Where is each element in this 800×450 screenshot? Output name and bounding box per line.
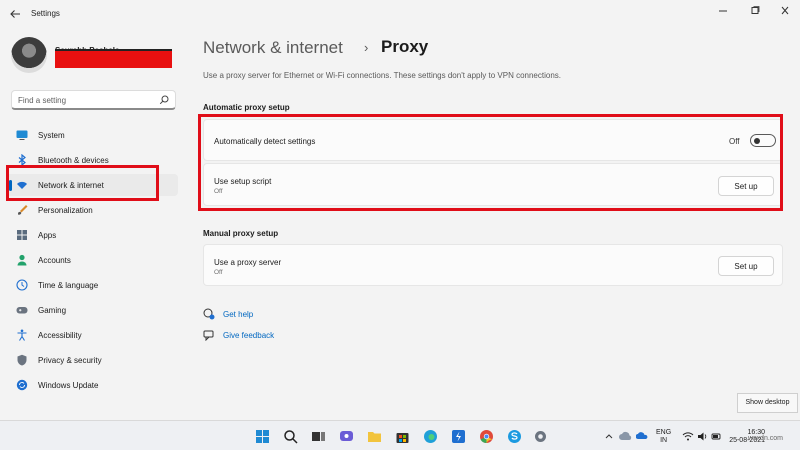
highlight-box-sidebar [6, 165, 159, 201]
highlight-box-automatic [198, 114, 783, 211]
settings-gear-icon[interactable] [533, 429, 548, 444]
proxy-server-card: Use a proxy server Off Set up [203, 244, 783, 286]
sidebar-item-gaming[interactable]: Gaming [6, 299, 178, 321]
shield-icon [17, 354, 27, 366]
sidebar-item-label: Windows Update [38, 381, 99, 390]
region-code: IN [660, 437, 668, 444]
monitor-icon [16, 130, 28, 140]
proxy-server-setup-button[interactable]: Set up [718, 256, 774, 276]
update-icon [16, 379, 28, 391]
store-icon[interactable] [395, 429, 410, 444]
language-indicator[interactable]: ENG IN [656, 429, 672, 444]
taskbar: ENG IN 16:30 25-08-2021 [0, 420, 800, 450]
chrome-icon[interactable] [479, 429, 494, 444]
section-title-automatic: Automatic proxy setup [203, 103, 290, 112]
sidebar-item-label: Gaming [38, 306, 67, 315]
app-title: Settings [31, 9, 60, 18]
redaction-bar [55, 49, 172, 68]
get-help-text[interactable]: Get help [223, 310, 253, 319]
accessibility-icon [17, 329, 27, 341]
sidebar-item-label: System [38, 131, 65, 140]
sidebar-item-label: Accessibility [38, 331, 82, 340]
sidebar-item-privacy[interactable]: Privacy & security [6, 349, 178, 371]
power-automate-icon[interactable] [451, 429, 466, 444]
skype-icon[interactable] [507, 429, 522, 444]
chevron-up-icon[interactable] [604, 429, 614, 444]
give-feedback-link[interactable]: Give feedback [203, 329, 323, 343]
wifi-tray-icon[interactable] [682, 429, 694, 444]
file-explorer-icon[interactable] [367, 429, 382, 444]
minimize-icon[interactable] [712, 4, 734, 18]
task-view-icon[interactable] [311, 429, 326, 444]
weather-icon[interactable] [619, 429, 632, 444]
title-bar: Settings [0, 0, 800, 28]
battery-icon[interactable] [711, 429, 722, 444]
proxy-server-label: Use a proxy server [214, 258, 282, 267]
back-arrow-icon[interactable] [8, 7, 22, 21]
maximize-icon[interactable] [744, 4, 766, 18]
person-icon [17, 254, 27, 266]
search-input[interactable] [18, 94, 158, 107]
globe-clock-icon [16, 279, 28, 291]
sidebar-item-label: Bluetooth & devices [38, 156, 109, 165]
sidebar-item-label: Time & language [38, 281, 99, 290]
sidebar-item-system[interactable]: System [6, 124, 178, 146]
language-code: ENG [656, 429, 672, 436]
give-feedback-text[interactable]: Give feedback [223, 331, 274, 340]
section-title-manual: Manual proxy setup [203, 229, 279, 238]
onedrive-icon[interactable] [636, 429, 648, 444]
sidebar-item-windows-update[interactable]: Windows Update [6, 374, 178, 396]
watermark: wsxdn.com [748, 435, 784, 442]
breadcrumb-parent[interactable]: Network & internet [203, 38, 343, 58]
get-help-link[interactable]: Get help [203, 308, 323, 322]
sidebar-item-label: Personalization [38, 206, 93, 215]
sidebar-item-accessibility[interactable]: Accessibility [6, 324, 178, 346]
sidebar-item-personalization[interactable]: Personalization [6, 199, 178, 221]
sidebar-item-label: Apps [38, 231, 57, 240]
apps-icon [17, 230, 27, 240]
sidebar-item-time-language[interactable]: Time & language [6, 274, 178, 296]
search-box[interactable] [11, 90, 176, 110]
chat-icon[interactable] [339, 429, 354, 444]
volume-icon[interactable] [697, 429, 708, 444]
page-title: Proxy [381, 37, 429, 56]
proxy-server-state: Off [214, 269, 223, 276]
breadcrumb-separator: › [364, 40, 369, 55]
sidebar-item-label: Accounts [38, 256, 71, 265]
help-icon [203, 308, 215, 320]
close-icon[interactable] [774, 4, 796, 18]
feedback-icon [203, 330, 214, 341]
sidebar-item-apps[interactable]: Apps [6, 224, 178, 246]
brush-icon [18, 205, 28, 215]
avatar[interactable] [11, 37, 47, 73]
sidebar-item-label: Privacy & security [38, 356, 102, 365]
show-desktop-tooltip: Show desktop [737, 393, 798, 413]
sidebar-item-accounts[interactable]: Accounts [6, 249, 178, 271]
search-icon[interactable] [159, 95, 169, 105]
edge-icon[interactable] [423, 429, 438, 444]
start-icon[interactable] [255, 429, 270, 444]
gamepad-icon [16, 307, 28, 314]
search-taskbar-icon[interactable] [283, 429, 298, 444]
page-description: Use a proxy server for Ethernet or Wi-Fi… [203, 71, 561, 80]
